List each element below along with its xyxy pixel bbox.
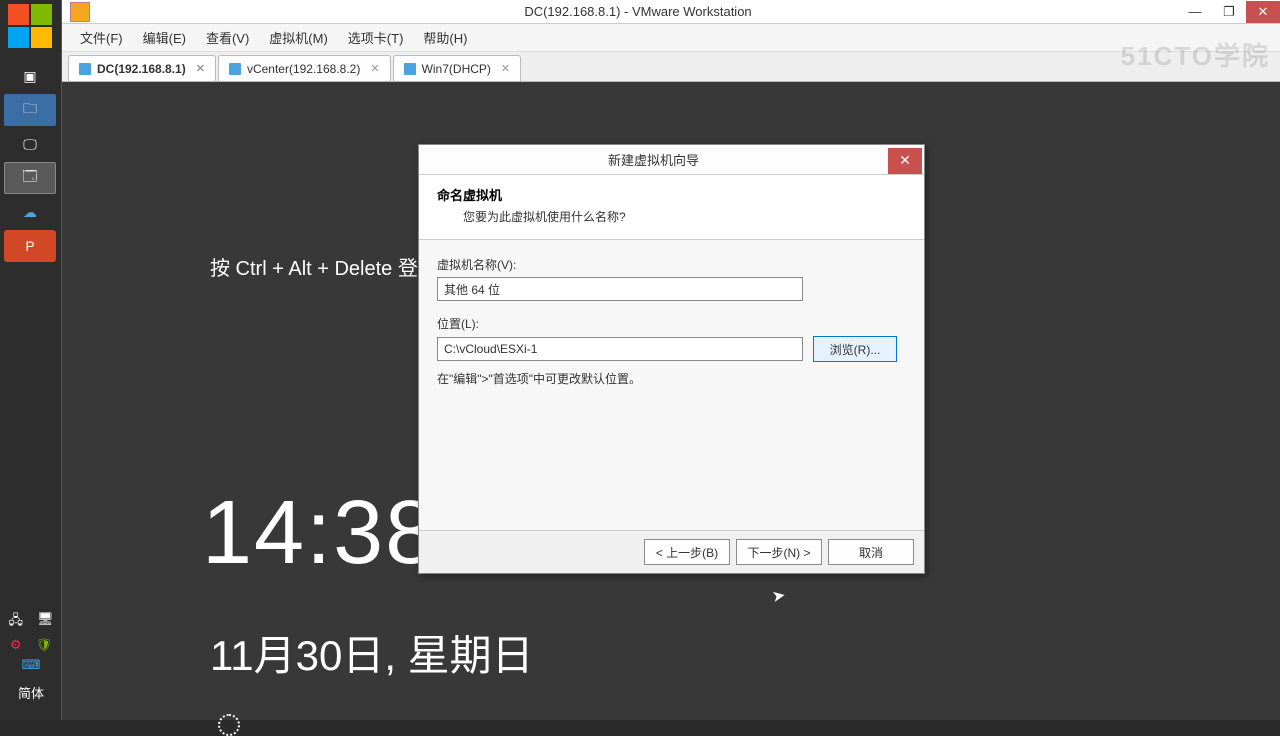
taskbar-app-vmware[interactable]: 🗔 [4, 162, 56, 194]
wizard-footer: < 上一步(B) 下一步(N) > 取消 [419, 530, 924, 573]
vmware-titlebar: DC(192.168.8.1) - VMware Workstation — ❐… [62, 0, 1280, 24]
menu-edit[interactable]: 编辑(E) [133, 24, 196, 51]
taskbar-app-terminal[interactable]: ▣ [4, 60, 56, 92]
vm-tab-win7[interactable]: Win7(DHCP) ✕ [393, 55, 522, 81]
taskbar-app-explorer[interactable]: 🗀 [4, 94, 56, 126]
wizard-title: 新建虚拟机向导 [419, 150, 888, 169]
browse-button[interactable]: 浏览(R)... [813, 336, 897, 362]
tray-monitor-icon[interactable]: 🖥 [37, 611, 54, 633]
vmware-title: DC(192.168.8.1) - VMware Workstation [98, 4, 1178, 19]
tray-network-icon[interactable]: 🖧 [8, 611, 23, 633]
taskbar-app-monitor[interactable]: 🖵 [4, 128, 56, 160]
taskbar-app-powerpoint[interactable]: P [4, 230, 56, 262]
back-button[interactable]: < 上一步(B) [644, 539, 730, 565]
host-taskbar: ▣ 🗀 🖵 🗔 ☁ P 🖧 🖥 ⚙ 🛡 ⌨ 简体 [0, 0, 62, 720]
vm-location-input[interactable] [437, 337, 803, 361]
window-minimize-button[interactable]: — [1178, 1, 1212, 23]
tray-keyboard-icon[interactable]: ⌨ [22, 657, 41, 673]
window-maximize-button[interactable]: ❐ [1212, 1, 1246, 23]
vm-tab-bar: DC(192.168.8.1) ✕ vCenter(192.168.8.2) ✕… [62, 52, 1280, 82]
wizard-close-button[interactable]: ✕ [888, 148, 922, 174]
menu-tabs[interactable]: 选项卡(T) [338, 24, 414, 51]
vm-name-label: 虚拟机名称(V): [437, 256, 906, 273]
vm-icon [79, 63, 91, 75]
wizard-titlebar: 新建虚拟机向导 ✕ [419, 145, 924, 175]
wizard-step-title: 命名虚拟机 [437, 185, 906, 204]
vm-tab-vcenter[interactable]: vCenter(192.168.8.2) ✕ [218, 55, 391, 81]
next-button[interactable]: 下一步(N) > [736, 539, 822, 565]
tab-close-icon[interactable]: ✕ [196, 62, 205, 75]
vmware-menubar: 文件(F) 编辑(E) 查看(V) 虚拟机(M) 选项卡(T) 帮助(H) 51… [62, 24, 1280, 52]
taskbar-app-cloud[interactable]: ☁ [4, 196, 56, 228]
start-button[interactable] [8, 4, 52, 48]
tray-shield-icon[interactable]: 🛡 [36, 637, 53, 653]
wizard-hint: 在"编辑">"首选项"中可更改默认位置。 [437, 370, 906, 387]
vm-location-label: 位置(L): [437, 315, 906, 332]
tray-settings-icon[interactable]: ⚙ [10, 637, 22, 653]
vmware-icon [70, 2, 90, 22]
menu-vm[interactable]: 虚拟机(M) [259, 24, 338, 51]
menu-file[interactable]: 文件(F) [70, 24, 133, 51]
watermark: 51CTO学院 [1121, 36, 1270, 73]
wizard-header: 命名虚拟机 您要为此虚拟机使用什么名称? [419, 175, 924, 240]
lock-screen-time: 14:38 [202, 482, 437, 585]
vm-tab-label: Win7(DHCP) [422, 62, 491, 76]
menu-view[interactable]: 查看(V) [196, 24, 259, 51]
wizard-step-subtitle: 您要为此虚拟机使用什么名称? [437, 208, 906, 225]
menu-help[interactable]: 帮助(H) [413, 24, 477, 51]
vm-name-input[interactable] [437, 277, 803, 301]
tab-close-icon[interactable]: ✕ [370, 62, 379, 75]
window-close-button[interactable]: ✕ [1246, 1, 1280, 23]
lock-screen-date: 11月30日, 星期日 [210, 622, 534, 683]
loading-spinner-icon [218, 714, 240, 736]
vm-icon [404, 63, 416, 75]
tab-close-icon[interactable]: ✕ [501, 62, 510, 75]
new-vm-wizard: 新建虚拟机向导 ✕ 命名虚拟机 您要为此虚拟机使用什么名称? 虚拟机名称(V):… [418, 144, 925, 574]
wizard-body: 虚拟机名称(V): 位置(L): 浏览(R)... 在"编辑">"首选项"中可更… [419, 240, 924, 530]
vm-tab-label: vCenter(192.168.8.2) [247, 62, 360, 76]
ime-language[interactable]: 简体 [6, 683, 56, 702]
vm-tab-label: DC(192.168.8.1) [97, 62, 186, 76]
cancel-button[interactable]: 取消 [828, 539, 914, 565]
vm-icon [229, 63, 241, 75]
vm-tab-dc[interactable]: DC(192.168.8.1) ✕ [68, 55, 216, 81]
